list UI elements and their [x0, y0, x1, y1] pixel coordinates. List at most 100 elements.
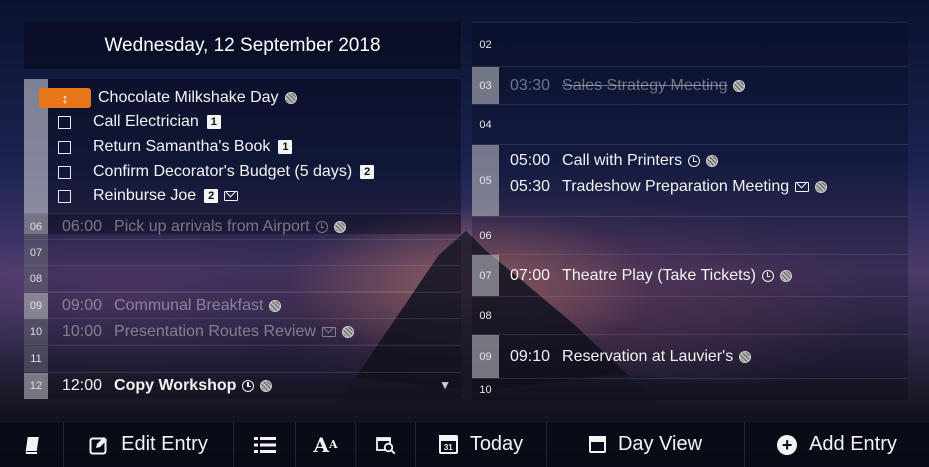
font-size-icon: AA — [313, 432, 338, 457]
calendar-event[interactable]: 09:10 Reservation at Lauvier's — [510, 345, 752, 369]
calendar-event[interactable]: 05:00 Call with Printers — [510, 149, 719, 173]
edit-entry-label: Edit Entry — [121, 433, 208, 455]
event-time: 12:00 — [62, 377, 103, 394]
event-time: 06:00 — [62, 218, 103, 235]
hour-label: 09 — [472, 335, 499, 378]
event-time: 05:30 — [510, 178, 551, 195]
calendar-event[interactable]: 09:00 Communal Breakfast — [62, 293, 282, 319]
hour-row[interactable]: 06 06:00 Pick up arrivals from Airport — [24, 213, 461, 240]
calendar-event[interactable]: 07:00 Theatre Play (Take Tickets) — [510, 264, 792, 288]
day-view-button[interactable]: Day View — [547, 421, 745, 467]
hour-label: 02 — [479, 38, 492, 51]
event-time: 07:00 — [510, 267, 551, 284]
calendar-event[interactable]: 12:00 Copy Workshop — [62, 373, 273, 399]
hour-row[interactable]: 07 — [24, 239, 461, 266]
calendar-search-icon — [375, 435, 396, 455]
event-title: Presentation Routes Review — [114, 323, 316, 340]
hour-row[interactable]: 09 09:00 Communal Breakfast — [24, 292, 461, 319]
plus-circle-icon: + — [777, 434, 798, 455]
alarm-icon — [761, 270, 774, 282]
allday-task-item[interactable]: Call Electrician 1 — [58, 110, 221, 134]
allday-item-label: Return Samantha's Book — [93, 138, 271, 155]
hour-row[interactable]: 09 09:10 Reservation at Lauvier's — [472, 334, 908, 378]
calendar-event[interactable]: 03:30 Sales Strategy Meeting — [510, 74, 746, 98]
day-panel-right: 02 03 03:30 Sales Strategy Meeting 04 05 05:00… — [472, 22, 908, 400]
today-button[interactable]: 31 Today — [416, 421, 547, 467]
list-icon — [253, 435, 276, 455]
hour-row[interactable]: 03 03:30 Sales Strategy Meeting — [472, 66, 908, 104]
mail-icon — [795, 182, 810, 192]
hour-label: 03 — [472, 67, 499, 104]
task-checkbox[interactable] — [58, 165, 71, 179]
hour-row[interactable]: 07 07:00 Theatre Play (Take Tickets) — [472, 254, 908, 296]
day-panel-left: Wednesday, 12 September 2018 ↕ Chocolate … — [24, 22, 461, 400]
hour-label: 08 — [479, 309, 492, 322]
hour-label: 06 — [24, 214, 48, 240]
status-dot-icon — [739, 351, 752, 363]
priority-badge: 1 — [278, 140, 293, 154]
hour-label: 07 — [24, 240, 48, 266]
allday-item-label: Call Electrician — [93, 113, 199, 130]
status-dot-icon — [260, 380, 273, 392]
event-title: Tradeshow Preparation Meeting — [562, 178, 790, 195]
font-size-button[interactable]: AA — [296, 421, 356, 467]
priority-badge: 2 — [204, 189, 219, 203]
book-icon — [22, 435, 42, 455]
add-entry-button[interactable]: + Add Entry — [745, 422, 929, 467]
hour-row[interactable]: 10 10:00 Presentation Routes Review — [24, 318, 461, 345]
hour-label: 05 — [472, 145, 499, 216]
calendar-event[interactable]: 06:00 Pick up arrivals from Airport — [62, 214, 346, 240]
hour-row[interactable]: 12 12:00 Copy Workshop ▼ — [24, 372, 461, 399]
drag-handle-icon[interactable]: ↕ — [39, 88, 91, 108]
event-time: 10:00 — [62, 323, 103, 340]
event-time: 03:30 — [510, 77, 551, 94]
scroll-down-icon[interactable]: ▼ — [439, 378, 451, 392]
allday-holiday-item[interactable]: ↕ Chocolate Milkshake Day — [39, 86, 297, 110]
hour-label: 11 — [24, 346, 48, 372]
hour-row[interactable]: 08 — [472, 296, 908, 334]
event-time: 09:10 — [510, 348, 551, 365]
priority-badge: 1 — [206, 115, 221, 129]
alarm-icon — [688, 155, 701, 167]
search-calendar-button[interactable] — [356, 421, 416, 467]
status-dot-icon — [815, 181, 828, 193]
hour-row[interactable]: 10 — [472, 378, 908, 400]
edit-entry-button[interactable]: Edit Entry — [64, 421, 234, 467]
hour-row[interactable]: 11 — [24, 345, 461, 372]
edit-icon — [89, 435, 109, 455]
mail-icon — [321, 327, 336, 337]
priority-badge: 2 — [360, 165, 375, 179]
event-title: Sales Strategy Meeting — [562, 77, 728, 94]
task-checkbox[interactable] — [58, 189, 71, 203]
status-dot-icon — [706, 155, 719, 167]
calendar-event[interactable]: 10:00 Presentation Routes Review — [62, 319, 354, 345]
event-title: Pick up arrivals from Airport — [114, 218, 310, 235]
add-entry-label: Add Entry — [809, 433, 897, 455]
status-dot-icon — [733, 80, 746, 92]
hour-row[interactable]: 04 — [472, 104, 908, 144]
list-button[interactable] — [234, 421, 296, 467]
hour-row[interactable]: 02 — [472, 22, 908, 66]
hour-label: 12 — [24, 373, 48, 399]
hour-row[interactable]: 06 — [472, 216, 908, 254]
day-view-label: Day View — [617, 433, 703, 455]
allday-task-item[interactable]: Reinburse Joe 2 — [58, 184, 239, 208]
hour-row[interactable]: 05 05:00 Call with Printers 05:30 Tradeshow … — [472, 144, 908, 216]
date-header: Wednesday, 12 September 2018 — [24, 22, 461, 69]
allday-task-item[interactable]: Confirm Decorator's Budget (5 days) 2 — [58, 160, 375, 184]
allday-task-item[interactable]: Return Samantha's Book 1 — [58, 135, 293, 159]
calendar-event[interactable]: 05:30 Tradeshow Preparation Meeting — [510, 175, 828, 199]
calendar-today-icon: 31 — [438, 435, 458, 454]
task-checkbox[interactable] — [58, 115, 71, 129]
hour-row[interactable]: 08 — [24, 265, 461, 292]
book-button[interactable] — [0, 421, 64, 467]
event-time: 09:00 — [62, 297, 103, 314]
hour-label: 08 — [24, 266, 48, 292]
hour-label: 10 — [479, 383, 492, 396]
today-label: Today — [469, 433, 524, 455]
task-checkbox[interactable] — [58, 140, 71, 154]
calendar-day-icon — [588, 436, 606, 453]
status-dot-icon — [269, 300, 282, 312]
event-title: Copy Workshop — [114, 377, 237, 394]
allday-item-label: Reinburse Joe — [93, 187, 197, 204]
